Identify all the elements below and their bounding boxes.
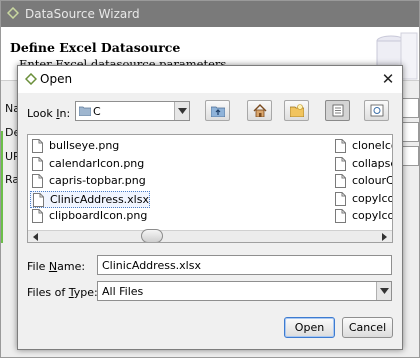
home-button[interactable]	[247, 100, 272, 121]
file-icon	[335, 174, 346, 188]
wizard-name-field[interactable]	[401, 98, 419, 118]
home-icon	[253, 104, 267, 117]
file-name: copyIcon	[352, 191, 392, 205]
list-item[interactable]: bullseye.png	[30, 138, 119, 155]
file-name: bullseye.png	[49, 139, 120, 152]
file-icon	[335, 139, 346, 153]
file-name-input[interactable]: ClinicAddress.xlsx	[97, 255, 392, 275]
file-name: clipboardIcon.png	[49, 209, 148, 222]
file-icon	[335, 156, 346, 171]
wizard-app-icon	[7, 7, 19, 19]
file-name: copyIcon	[352, 209, 392, 222]
dialog-title: Open	[40, 72, 73, 86]
list-item[interactable]: collapseI	[333, 156, 392, 173]
close-icon: ✕	[381, 70, 395, 88]
file-icon	[32, 156, 43, 171]
file-list[interactable]: bullseye.png calendarIcon.png capris-topba…	[27, 134, 393, 243]
list-view-button[interactable]	[325, 100, 350, 121]
list-item[interactable]: ClinicAddress.xlsx	[30, 190, 150, 208]
list-item[interactable]: copyIcon	[333, 191, 392, 208]
dialog-app-icon	[25, 73, 37, 85]
files-of-type-label: Files of Type:	[27, 286, 98, 299]
files-of-type-combo[interactable]: All Files	[97, 281, 392, 301]
files-of-type-value: All Files	[102, 285, 144, 298]
file-icon	[335, 209, 346, 223]
scroll-left-icon[interactable]	[30, 232, 42, 242]
list-view-icon	[332, 104, 344, 117]
file-name: ClinicAddress.xlsx	[50, 192, 149, 206]
open-dialog: Open ✕ Look In: C bullseye.png calendarIc…	[17, 65, 403, 350]
wizard-title: DataSource Wizard	[25, 7, 140, 21]
file-name: colourCh	[352, 174, 393, 187]
new-folder-button[interactable]	[284, 100, 309, 121]
file-icon	[33, 192, 44, 207]
file-name: collapseI	[352, 156, 392, 170]
wizard-description-field[interactable]	[401, 122, 419, 142]
wizard-url-field[interactable]	[401, 146, 419, 166]
list-item[interactable]: copyIcon	[333, 208, 392, 225]
up-folder-icon	[211, 106, 225, 117]
list-item[interactable]: calendarIcon.png	[30, 156, 144, 173]
list-item[interactable]: clipboardIcon.png	[30, 208, 147, 225]
look-in-label: Look In:	[27, 107, 71, 120]
details-view-button[interactable]	[364, 100, 389, 121]
file-icon	[335, 191, 346, 206]
look-in-combo[interactable]: C	[75, 101, 190, 121]
file-icon	[32, 209, 43, 223]
wizard-title-bar: DataSource Wizard	[1, 1, 419, 27]
list-item[interactable]: cloneIcon	[333, 138, 392, 155]
file-name-label: File Name:	[27, 260, 86, 273]
open-button[interactable]: Open	[284, 317, 335, 338]
file-name: cloneIcon	[352, 139, 392, 152]
folder-icon	[79, 106, 91, 116]
file-name: calendarIcon.png	[49, 156, 145, 170]
close-button[interactable]: ✕	[374, 66, 402, 93]
up-one-level-button[interactable]	[205, 100, 230, 121]
look-in-value: C	[93, 105, 101, 118]
new-folder-icon	[290, 104, 304, 117]
wizard-accent-line	[1, 131, 3, 243]
cancel-button[interactable]: Cancel	[342, 317, 393, 338]
horizontal-scrollbar[interactable]	[28, 229, 392, 242]
chevron-down-icon	[174, 102, 189, 120]
details-view-icon	[370, 104, 384, 117]
scroll-right-icon[interactable]	[378, 232, 390, 242]
dialog-title-bar: Open ✕	[18, 66, 402, 93]
chevron-down-icon	[376, 282, 391, 300]
wizard-heading: Define Excel Datasource	[10, 40, 181, 55]
file-name: capris-topbar.png	[49, 174, 146, 187]
scrollbar-thumb[interactable]	[141, 229, 163, 242]
file-icon	[32, 174, 43, 188]
list-item[interactable]: colourCh	[333, 173, 393, 190]
file-icon	[32, 139, 43, 153]
list-item[interactable]: capris-topbar.png	[30, 173, 146, 190]
